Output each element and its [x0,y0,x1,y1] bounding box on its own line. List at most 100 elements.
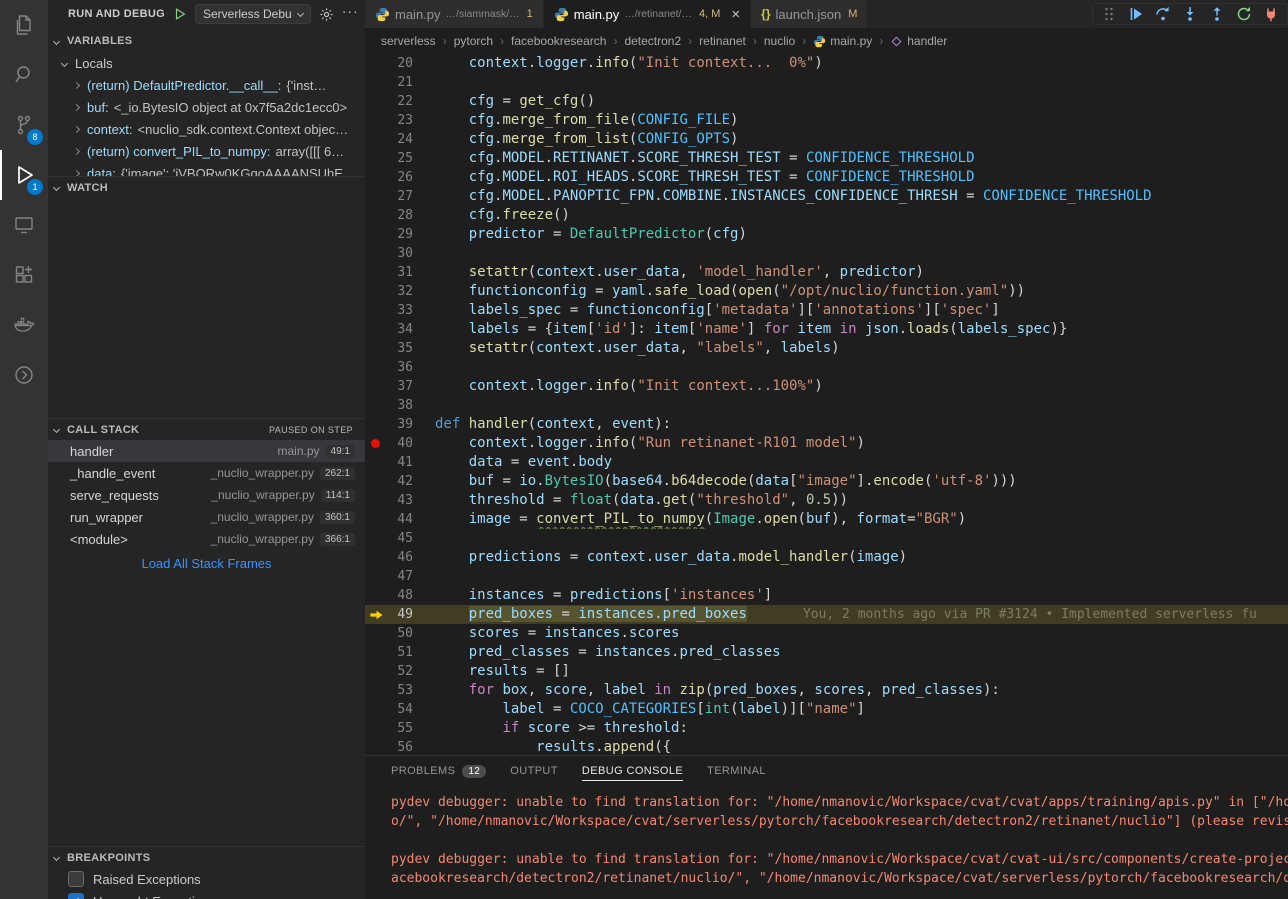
code-line[interactable]: 34 labels = {item['id']: item['name'] fo… [365,320,1288,339]
activity-item-explorer[interactable] [0,0,48,50]
gutter-glyph[interactable] [365,339,389,358]
code-line[interactable]: 43 threshold = float(data.get("threshold… [365,491,1288,510]
code-line[interactable]: 37 context.logger.info("Init context...1… [365,377,1288,396]
code-line[interactable]: 25 cfg.MODEL.RETINANET.SCORE_THRESH_TEST… [365,149,1288,168]
gutter-glyph[interactable] [365,54,389,73]
code-line[interactable]: 46 predictions = context.user_data.model… [365,548,1288,567]
gutter-glyph[interactable] [365,301,389,320]
gutter-glyph[interactable] [365,453,389,472]
more-actions-icon[interactable]: ··· [342,3,363,25]
code-line[interactable]: 32 functionconfig = yaml.safe_load(open(… [365,282,1288,301]
gutter-glyph[interactable] [365,643,389,662]
breadcrumb-item-detectron2[interactable]: detectron2 [624,34,681,48]
panel-tab-problems[interactable]: PROBLEMS12 [379,756,498,786]
variable-row[interactable]: data:{'image': 'iVBORw0KGgoAAAANSUhE… [48,162,365,176]
tab-main-py[interactable]: main.py…/retinanet/…4, M× [544,0,751,28]
panel-tab-debug-console[interactable]: DEBUG CONSOLE [570,756,695,786]
stack-frame-row[interactable]: <module>_nuclio_wrapper.py366:1 [48,528,365,550]
variable-row[interactable]: buf:<_io.BytesIO object at 0x7f5a2dc1ecc… [48,96,365,118]
breadcrumb-item-main-py[interactable]: main.py [813,34,872,48]
code-line[interactable]: 53 for box, score, label in zip(pred_box… [365,681,1288,700]
gutter-glyph[interactable] [365,187,389,206]
gutter-glyph[interactable] [365,434,389,453]
launch-config-dropdown[interactable]: Serverless Debu [195,4,311,24]
gutter-glyph[interactable] [365,529,389,548]
code-line[interactable]: 54 label = COCO_CATEGORIES[int(label)]["… [365,700,1288,719]
code-line[interactable]: 26 cfg.MODEL.ROI_HEADS.SCORE_THRESH_TEST… [365,168,1288,187]
activity-item-extensions[interactable] [0,250,48,300]
variables-section-header[interactable]: VARIABLES [48,30,365,52]
breadcrumb-item-nuclio[interactable]: nuclio [764,34,795,48]
gutter-glyph[interactable] [365,320,389,339]
activity-item-run-and-debug[interactable]: 1 [0,150,48,200]
code-line[interactable]: 49 pred_boxes = instances.pred_boxesYou,… [365,605,1288,624]
gutter-glyph[interactable] [365,662,389,681]
breadcrumb-item-pytorch[interactable]: pytorch [454,34,493,48]
breadcrumb-item-retinanet[interactable]: retinanet [699,34,746,48]
gutter-glyph[interactable] [365,567,389,586]
gutter-glyph[interactable] [365,282,389,301]
code-line[interactable]: 51 pred_classes = instances.pred_classes [365,643,1288,662]
debug-console-output[interactable]: pydev debugger: unable to find translati… [365,786,1288,888]
activity-item-remote-explorer[interactable] [0,200,48,250]
gutter-glyph[interactable] [365,358,389,377]
activity-item-source-control[interactable]: 8 [0,100,48,150]
gutter-glyph[interactable] [365,244,389,263]
gutter-glyph[interactable] [365,377,389,396]
code-line[interactable]: 44 image = convert_PIL_to_numpy(Image.op… [365,510,1288,529]
gutter-glyph[interactable] [365,111,389,130]
gutter-glyph[interactable] [365,149,389,168]
breakpoint-checkbox[interactable] [68,871,84,887]
code-line[interactable]: 48 instances = predictions['instances'] [365,586,1288,605]
breakpoints-section-header[interactable]: BREAKPOINTS [48,846,365,868]
code-line[interactable]: 24 cfg.merge_from_list(CONFIG_OPTS) [365,130,1288,149]
stack-frame-row[interactable]: run_wrapper_nuclio_wrapper.py360:1 [48,506,365,528]
code-line[interactable]: 40 context.logger.info("Run retinanet-R1… [365,434,1288,453]
gutter-glyph[interactable] [365,700,389,719]
code-line[interactable]: 47 [365,567,1288,586]
code-line[interactable]: 29 predictor = DefaultPredictor(cfg) [365,225,1288,244]
panel-tab-output[interactable]: OUTPUT [498,756,570,786]
restart-button[interactable] [1236,6,1252,22]
code-line[interactable]: 56 results.append({ [365,738,1288,755]
gutter-glyph[interactable] [365,396,389,415]
gutter-glyph[interactable] [365,548,389,567]
stack-frame-row[interactable]: serve_requests_nuclio_wrapper.py114:1 [48,484,365,506]
activity-item-search[interactable] [0,50,48,100]
gutter-glyph[interactable] [365,225,389,244]
code-line[interactable]: 36 [365,358,1288,377]
step-out-button[interactable] [1209,6,1225,22]
code-line[interactable]: 23 cfg.merge_from_file(CONFIG_FILE) [365,111,1288,130]
gutter-glyph[interactable] [365,130,389,149]
continue-button[interactable] [1128,6,1144,22]
code-line[interactable]: 28 cfg.freeze() [365,206,1288,225]
code-line[interactable]: 27 cfg.MODEL.PANOPTIC_FPN.COMBINE.INSTAN… [365,187,1288,206]
gear-icon[interactable] [319,7,334,22]
gutter-glyph[interactable] [365,510,389,529]
gutter-glyph[interactable] [365,92,389,111]
breadcrumb-item-serverless[interactable]: serverless [381,34,436,48]
stack-frame-row[interactable]: _handle_event_nuclio_wrapper.py262:1 [48,462,365,484]
code-line[interactable]: 20 context.logger.info("Init context... … [365,54,1288,73]
breadcrumb-item-facebookresearch[interactable]: facebookresearch [511,34,606,48]
gutter-glyph[interactable] [365,415,389,434]
code-line[interactable]: 41 data = event.body [365,453,1288,472]
watch-section-header[interactable]: WATCH [48,176,365,198]
gutter-glyph[interactable] [365,168,389,187]
code-line[interactable]: 38 [365,396,1288,415]
code-line[interactable]: 30 [365,244,1288,263]
gutter-glyph[interactable] [365,263,389,282]
load-all-stack-frames-link[interactable]: Load All Stack Frames [48,556,365,571]
disconnect-button[interactable] [1263,6,1279,22]
gutter-glyph[interactable] [365,738,389,755]
gutter-glyph[interactable] [365,719,389,738]
activity-item-live-share[interactable] [0,350,48,400]
breadcrumb-item-handler[interactable]: handler [890,34,947,48]
gutter-glyph[interactable] [365,605,389,624]
code-line[interactable]: 45 [365,529,1288,548]
start-debugging-button[interactable] [173,7,187,21]
code-line[interactable]: 35 setattr(context.user_data, "labels", … [365,339,1288,358]
code-line[interactable]: 52 results = [] [365,662,1288,681]
code-line[interactable]: 21 [365,73,1288,92]
step-over-button[interactable] [1155,6,1171,22]
